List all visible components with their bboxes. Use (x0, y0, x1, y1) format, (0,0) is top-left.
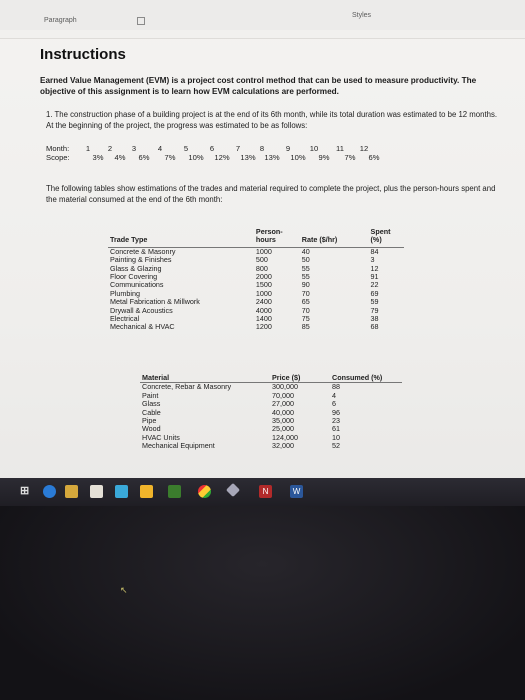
intro-paragraph: Earned Value Management (EVM) is a proje… (40, 76, 477, 96)
trades-header-trade: Trade Type (108, 228, 254, 248)
trade-row-cell: 55 (301, 263, 310, 273)
chrome-icon[interactable] (198, 485, 211, 498)
scope-cell: 13% (264, 153, 280, 162)
question-1-text: 1. The construction phase of a building … (46, 110, 498, 130)
edge-icon[interactable] (43, 485, 56, 498)
month-cell: 4 (157, 144, 163, 153)
material-row-cell: 88 (332, 382, 340, 392)
document-page[interactable]: Instructions Earned Value Management (EV… (0, 38, 525, 478)
trade-row-cell: 90 (301, 280, 310, 290)
material-header-consumed: Consumed (%) (330, 373, 402, 384)
trades-header-spent: Spent (%) (368, 227, 404, 248)
paragraph-dialog-launcher-icon[interactable] (137, 17, 145, 25)
month-row-label: Month: (46, 144, 70, 153)
monitor-screen: Paragraph Styles Instructions Earned Val… (0, 0, 525, 525)
scope-cell: 7% (164, 153, 176, 162)
material-row-cell: Mechanical Equipment (142, 441, 215, 451)
month-cell: 8 (259, 144, 265, 153)
store-icon[interactable] (90, 485, 103, 498)
material-row-cell: 4 (332, 390, 336, 400)
material-row: Mechanical Equipment 32,000 52 (140, 441, 402, 451)
tables-intro-text: The following tables show estimations of… (46, 184, 496, 204)
monitor-bezel (0, 506, 525, 700)
month-cell: 9 (285, 144, 291, 153)
month-cell: 3 (131, 144, 137, 153)
app-icon[interactable] (225, 482, 241, 498)
paragraph-group-label: Paragraph (44, 17, 77, 24)
material-row: Glass 27,000 6 (140, 399, 402, 409)
month-cell: 1 (85, 144, 91, 153)
month-cell: 5 (183, 144, 189, 153)
material-row-cell: 32,000 (272, 441, 294, 451)
material-row-cell: 6 (332, 399, 336, 409)
trade-row-cell: 65 (301, 297, 310, 307)
trades-header-rate: Rate ($/hr) (299, 228, 369, 248)
material-row-cell: 96 (332, 407, 340, 417)
trade-row-cell: 85 (301, 322, 310, 332)
trade-row-cell: 55 (301, 272, 310, 282)
app-n-icon[interactable]: N (259, 485, 272, 498)
material-row: Pipe 35,000 23 (140, 416, 402, 426)
material-row: Concrete, Rebar & Masonry 300,000 88 (140, 383, 402, 392)
trade-row-cell: Mechanical & HVAC (110, 322, 175, 332)
word-ribbon: Paragraph Styles (0, 0, 525, 31)
trade-row-cell: 40 (301, 246, 310, 256)
folder-icon[interactable] (140, 485, 153, 498)
month-cell: 11 (336, 144, 344, 153)
material-row-cell: Concrete, Rebar & Masonry (142, 382, 232, 392)
windows-taskbar: ⊞ N W (0, 478, 525, 506)
material-row: Paint 70,000 4 (140, 390, 402, 400)
mail-icon[interactable] (115, 485, 128, 498)
material-row: Cable 40,000 96 (140, 407, 402, 417)
scope-cell: 9% (318, 153, 330, 162)
material-table: Material Price ($) Consumed (%) Concrete… (140, 373, 402, 451)
scope-cell: 4% (114, 153, 126, 162)
file-explorer-icon[interactable] (65, 485, 78, 498)
mouse-cursor-icon: ↖ (120, 585, 128, 595)
month-cell: 2 (107, 144, 113, 153)
month-cell: 12 (359, 144, 369, 153)
scope-cell: 10% (188, 153, 204, 162)
start-button[interactable]: ⊞ (20, 484, 33, 497)
scope-cell: 3% (92, 153, 104, 162)
trades-table: Trade Type Person-hours Rate ($/hr) Spen… (108, 227, 404, 332)
scope-cell: 7% (344, 153, 356, 162)
word-icon[interactable]: W (290, 485, 303, 498)
material-row-cell: 23 (332, 416, 340, 426)
page-title: Instructions (40, 46, 126, 63)
scope-cell: 6% (138, 153, 150, 162)
material-row-cell: 61 (332, 424, 340, 434)
material-row-cell: 52 (332, 441, 340, 451)
scope-cell: 6% (368, 153, 380, 162)
month-cell: 7 (235, 144, 241, 153)
trade-row-cell: 70 (301, 305, 310, 315)
trade-row-cell: 75 (301, 314, 310, 324)
scope-cell: 10% (290, 153, 306, 162)
trade-row-cell: 1200 (255, 322, 272, 332)
material-row-cell: 10 (332, 432, 340, 442)
trades-header-hours: Person-hours (253, 227, 300, 248)
material-row-cell: Cable (142, 407, 161, 417)
trade-row-cell: 68 (370, 322, 379, 332)
trade-row-cell: 50 (301, 255, 310, 265)
styles-group-label: Styles (352, 12, 372, 19)
trade-row-cell: 70 (301, 288, 310, 298)
month-cell: 10 (309, 144, 319, 153)
scope-cell: 13% (240, 153, 256, 162)
scope-row-label: Scope: (46, 153, 70, 162)
media-icon[interactable] (168, 485, 181, 498)
trade-row: Mechanical & HVAC 1200 85 68 (108, 322, 404, 332)
month-cell: 6 (209, 144, 215, 153)
scope-cell: 12% (214, 153, 230, 162)
